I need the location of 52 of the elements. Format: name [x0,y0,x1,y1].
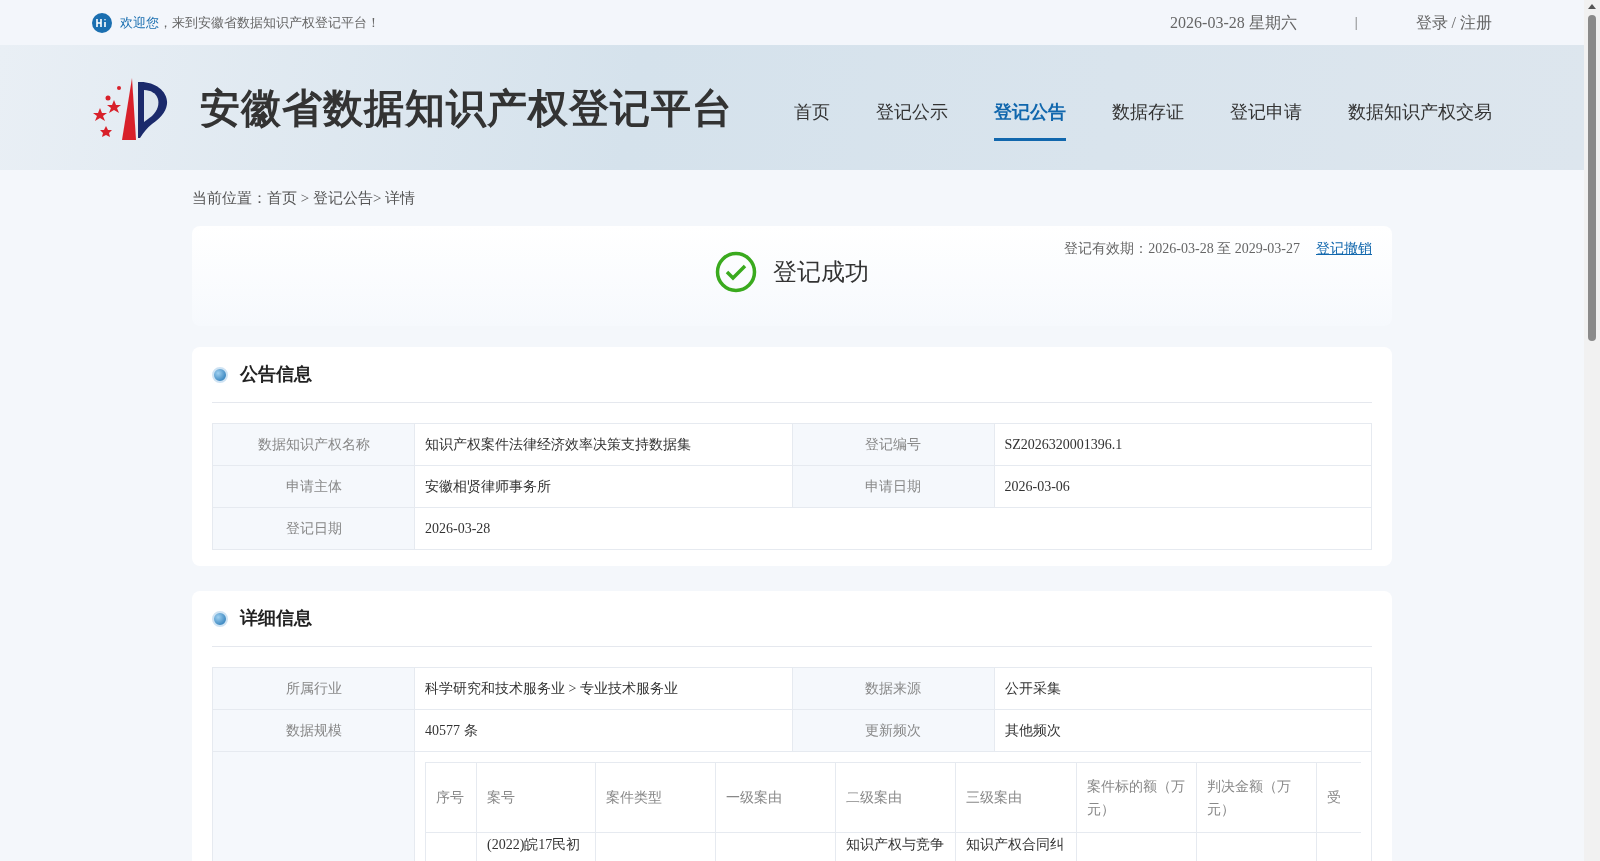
field-label: 申请日期 [792,466,995,508]
greeting: 欢迎您 [120,13,159,32]
field-label: 所属行业 [213,668,415,710]
column-header: 案件类型 [596,763,716,833]
login-register-link[interactable]: 登录 / 注册 [1415,10,1492,35]
field-value: 2026-03-06 [994,466,1372,508]
field-value: 40577 条 [415,710,793,752]
revoke-link[interactable]: 登记撤销 [1316,238,1372,259]
field-label: 申请主体 [213,466,415,508]
nav-tab[interactable]: 数据知识产权交易 [1348,99,1492,141]
nav-tab[interactable]: 数据存证 [1112,99,1184,141]
hi-icon [92,12,112,33]
field-label: 数据知识产权名称 [213,424,415,466]
success-check-icon [715,251,757,293]
field-value: 2026-03-28 [415,508,1372,550]
nav-tab[interactable]: 登记公告 [994,99,1066,141]
column-header: 三级案由 [956,763,1077,833]
welcome-text: ，来到安徽省数据知识产权登记平台！ [159,13,380,32]
field-label: 登记日期 [213,508,415,550]
breadcrumb: 当前位置：首页 > 登记公告> 详情 [192,188,417,208]
field-value: SZ2026320001396.1 [994,424,1372,466]
current-date: 2026-03-28 星期六 [1170,12,1297,33]
field-value: 科学研究和技术服务业 > 专业技术服务业 [415,668,793,710]
field-value: 知识产权案件法律经济效率决策支持数据集 [415,424,793,466]
column-header: 序号 [426,763,477,833]
table-cell: 知识产权合同纠 [966,837,1064,852]
status-text: 登记成功 [773,258,869,287]
validity-period: 登记有效期：2026-03-28 至 2029-03-27 [1064,240,1300,258]
field-label: 数据来源 [792,668,995,710]
bullet-icon [212,610,228,627]
site-title: 安徽省数据知识产权登记平台 [200,83,733,133]
column-header: 案件标的额（万元） [1077,763,1197,833]
column-header: 一级案由 [716,763,836,833]
column-header: 判决金额（万元） [1197,763,1317,833]
separator: | [1354,14,1358,32]
bullet-icon [212,366,228,383]
table-cell: (2022)皖17民初 [487,837,581,852]
nav-tab[interactable]: 登记公示 [876,99,948,141]
field-label: 数据规模 [213,710,415,752]
field-label: 登记编号 [792,424,995,466]
field-value: 其他频次 [994,710,1372,752]
column-header: 二级案由 [836,763,956,833]
field-label: 更新频次 [792,710,995,752]
field-value: 公开采集 [994,668,1372,710]
nav-tab[interactable]: 登记申请 [1230,99,1302,141]
table-cell: 知识产权与竞争 [846,837,944,852]
field-value: 安徽相贤律师事务所 [415,466,793,508]
section-title: 公告信息 [240,363,312,386]
section-title: 详细信息 [240,607,312,630]
column-header: 案号 [477,763,596,833]
nav-tab[interactable]: 首页 [794,99,830,141]
column-header: 受 [1317,763,1361,833]
